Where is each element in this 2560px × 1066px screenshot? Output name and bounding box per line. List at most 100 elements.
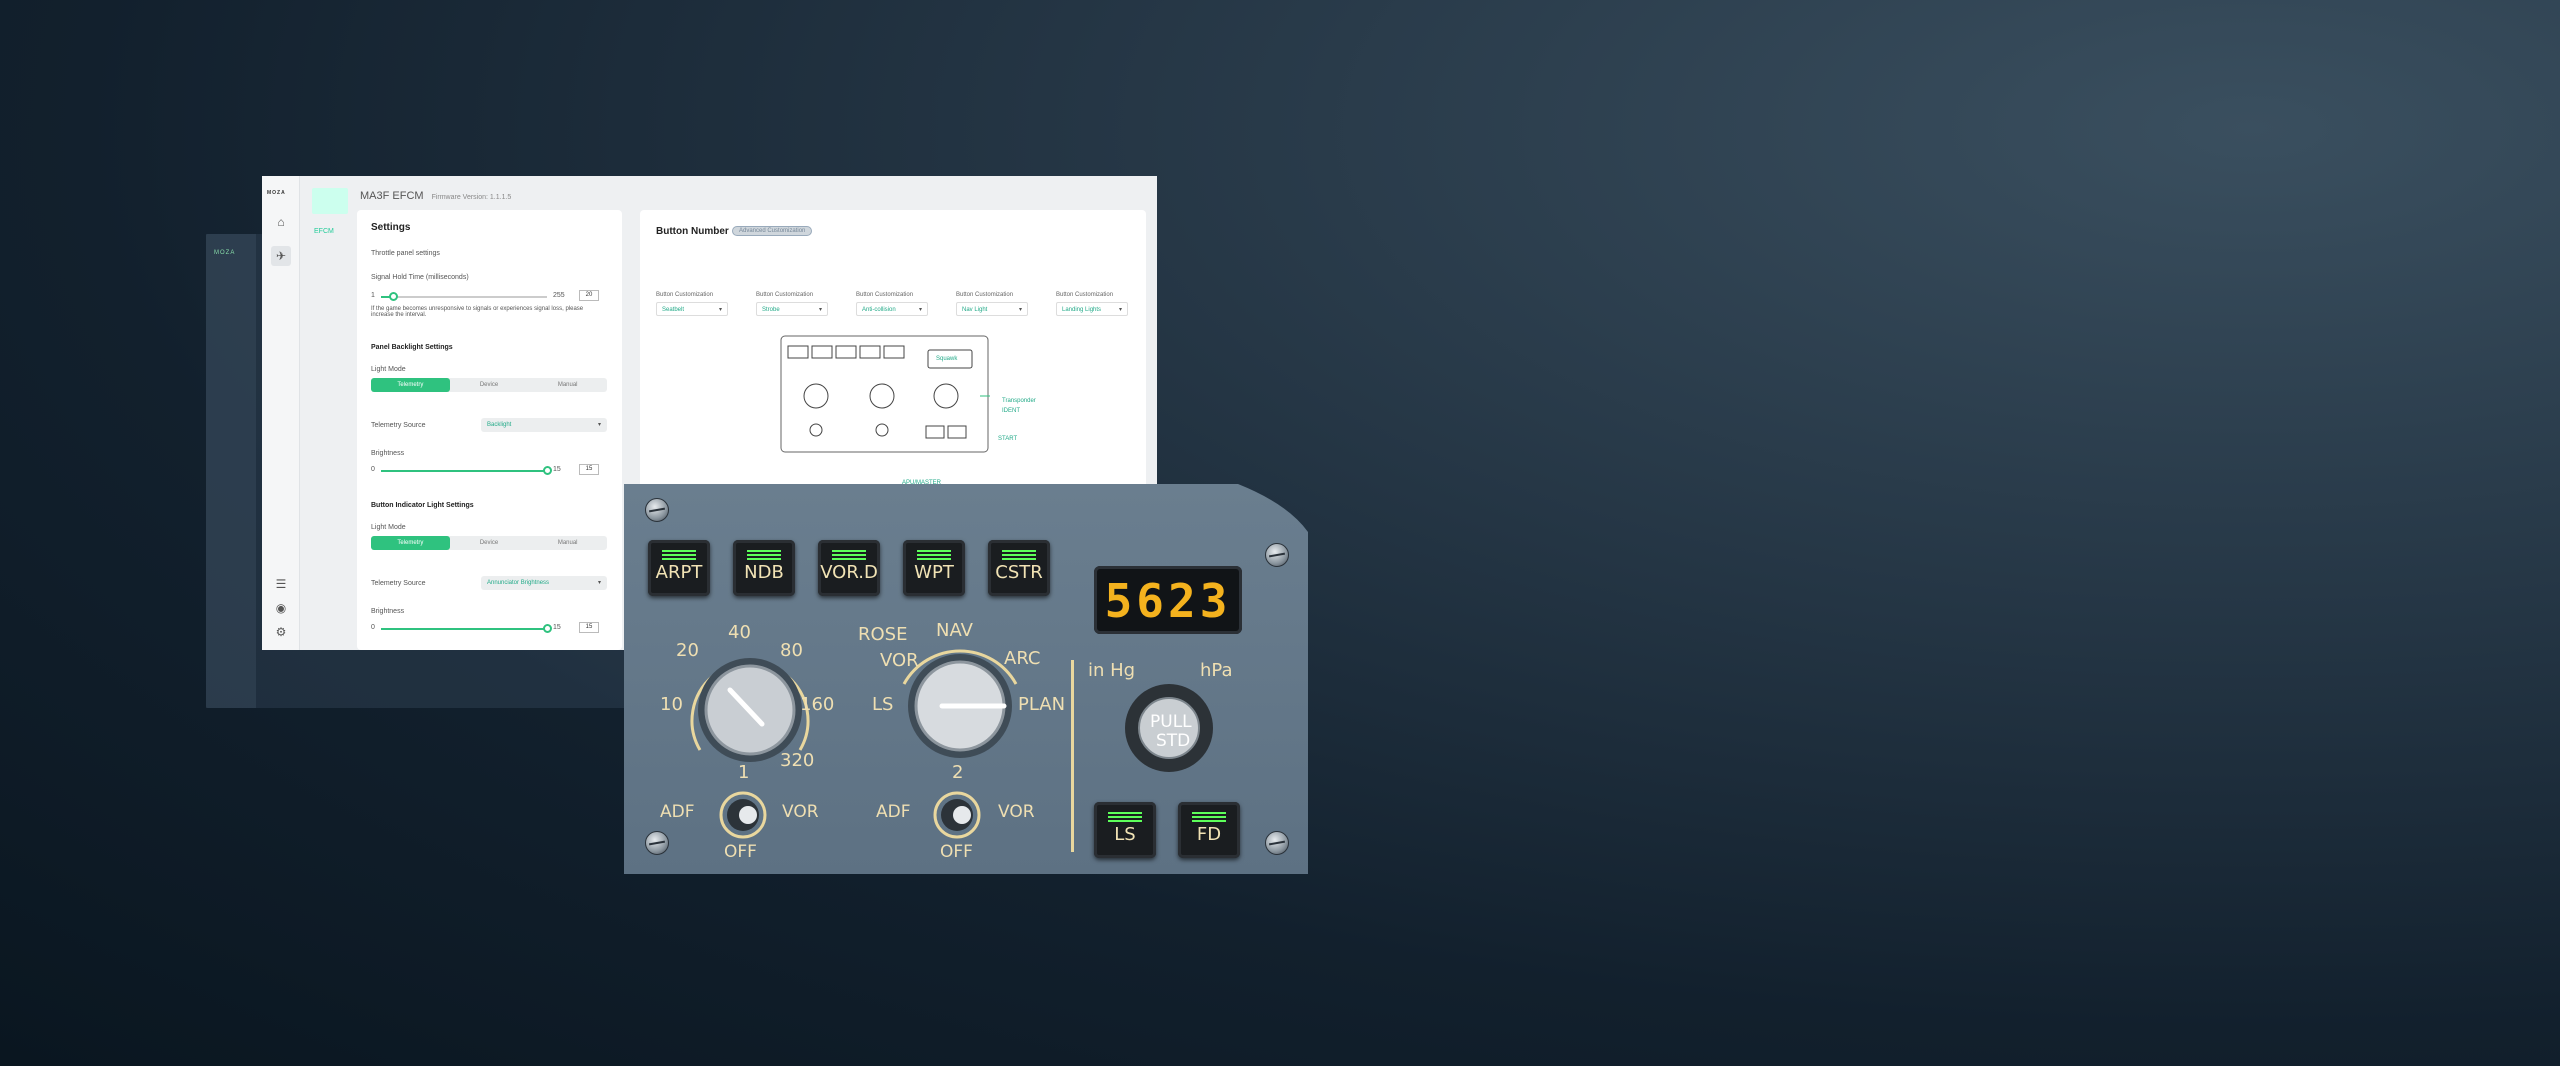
screw-bottom-left xyxy=(645,831,669,855)
mode-vor: VOR xyxy=(880,650,919,671)
button-select-seatbelt[interactable]: Seatbelt xyxy=(656,302,728,316)
ls-label: LS xyxy=(1114,824,1136,845)
device-label: EFCM xyxy=(314,228,334,235)
nav2-adf: ADF xyxy=(876,802,911,822)
mode-telemetry[interactable]: Telemetry xyxy=(371,378,450,392)
device-name: MA3F EFCM xyxy=(360,190,424,202)
ndb-button[interactable]: NDB xyxy=(733,540,795,596)
indicator-light-mode-label: Light Mode xyxy=(371,524,406,531)
backlight-source-select[interactable]: Backlight xyxy=(481,418,607,432)
baro-display: 5623 xyxy=(1094,566,1242,634)
brightness-input[interactable]: 15 xyxy=(579,464,599,475)
indicator-mode-segment: Telemetry Device Manual xyxy=(371,536,607,550)
cstr-indicator xyxy=(1002,550,1036,561)
ndb-label: NDB xyxy=(744,562,784,583)
mode-plan: PLAN xyxy=(1018,694,1066,715)
nav1-adf: ADF xyxy=(660,802,695,822)
range-20: 20 xyxy=(676,640,699,661)
button-select-landing-lights[interactable]: Landing Lights xyxy=(1056,302,1128,316)
button-custom-label-4: Button Customization xyxy=(956,292,1014,298)
ls-indicator xyxy=(1108,812,1142,823)
nav2-vor: VOR xyxy=(998,802,1035,822)
screw-top-left xyxy=(645,498,669,522)
brightness-min: 0 xyxy=(371,466,375,473)
start-label: START xyxy=(998,436,1018,442)
ndb-indicator xyxy=(747,550,781,561)
button-custom-label-1: Button Customization xyxy=(656,292,714,298)
hold-value-input[interactable]: 20 xyxy=(579,290,599,301)
light-mode-segment: Telemetry Device Manual xyxy=(371,378,607,392)
button-number-title: Button Number xyxy=(656,226,729,237)
hold-slider-knob[interactable] xyxy=(389,292,398,301)
range-320: 320 xyxy=(780,750,815,771)
mode-nav: NAV xyxy=(936,620,973,641)
indicator-title: Button Indicator Light Settings xyxy=(371,502,474,509)
range-160: 160 xyxy=(800,694,835,715)
vord-button[interactable]: VOR.D xyxy=(818,540,880,596)
brightness-knob[interactable] xyxy=(543,466,552,475)
pull-label: PULL xyxy=(1150,712,1192,732)
button-custom-label-3: Button Customization xyxy=(856,292,914,298)
advanced-customization-pill[interactable]: Advanced Customization xyxy=(732,226,813,236)
screw-bottom-right xyxy=(1265,831,1289,855)
nav1-selector[interactable] xyxy=(718,790,768,840)
indicator-brightness-input[interactable]: 15 xyxy=(579,622,599,633)
indicator-brightness-max: 15 xyxy=(553,624,561,631)
button-select-nav-light[interactable]: Nav Light xyxy=(956,302,1028,316)
indicator-brightness-knob[interactable] xyxy=(543,624,552,633)
wpt-button[interactable]: WPT xyxy=(903,540,965,596)
button-custom-label-2: Button Customization xyxy=(756,292,814,298)
indicator-mode-manual[interactable]: Manual xyxy=(528,536,607,550)
firmware-version: Firmware Version: 1.1.1.5 xyxy=(431,194,512,201)
fd-button[interactable]: FD xyxy=(1178,802,1240,858)
button-select-strobe[interactable]: Strobe xyxy=(756,302,828,316)
squawk-dropdown[interactable]: Squawk xyxy=(936,356,957,362)
indicator-mode-telemetry[interactable]: Telemetry xyxy=(371,536,450,550)
brightness-max: 15 xyxy=(553,466,561,473)
range-10: 10 xyxy=(660,694,683,715)
gear-icon[interactable]: ⚙ xyxy=(271,622,291,642)
panel-divider xyxy=(1071,660,1074,852)
brightness-label: Brightness xyxy=(371,450,405,457)
hold-min: 1 xyxy=(371,292,375,299)
hold-note: If the game becomes unresponsive to sign… xyxy=(371,306,584,318)
nav1-off: OFF xyxy=(724,842,757,862)
ls-button[interactable]: LS xyxy=(1094,802,1156,858)
wpt-label: WPT xyxy=(914,562,954,583)
range-40: 40 xyxy=(728,622,751,643)
hold-slider-track[interactable] xyxy=(381,296,547,298)
app-logo: MOZA xyxy=(267,190,286,196)
mode-device[interactable]: Device xyxy=(450,378,529,392)
indicator-brightness-slider[interactable] xyxy=(381,628,547,630)
indicator-source-select[interactable]: Annunciator Brightness xyxy=(481,576,607,590)
cstr-button[interactable]: CSTR xyxy=(988,540,1050,596)
settings-title: Settings xyxy=(371,222,411,233)
mode-manual[interactable]: Manual xyxy=(528,378,607,392)
button-select-anti-collision[interactable]: Anti-collision xyxy=(856,302,928,316)
nav2-number: 2 xyxy=(952,762,964,783)
brightness-slider[interactable] xyxy=(381,470,547,472)
device-thumbnail[interactable] xyxy=(312,188,348,214)
indicator-brightness-min: 0 xyxy=(371,624,375,631)
nav2-selector[interactable] xyxy=(932,790,982,840)
sliders-icon[interactable]: ☰ xyxy=(271,574,291,594)
indicator-mode-device[interactable]: Device xyxy=(450,536,529,550)
vord-indicator xyxy=(832,550,866,561)
telemetry-source-label: Telemetry Source xyxy=(371,422,426,429)
background-logo: MOZA xyxy=(214,250,236,256)
cstr-label: CSTR xyxy=(995,562,1043,583)
light-mode-label: Light Mode xyxy=(371,366,406,373)
arpt-button[interactable]: ARPT xyxy=(648,540,710,596)
fd-indicator xyxy=(1192,812,1226,823)
home-icon[interactable]: ⌂ xyxy=(271,212,291,232)
wpt-indicator xyxy=(917,550,951,561)
button-custom-label-5: Button Customization xyxy=(1056,292,1114,298)
mode-arc: ARC xyxy=(1004,648,1041,669)
plane-icon[interactable]: ✈ xyxy=(271,246,291,266)
screw-top-right xyxy=(1265,543,1289,567)
range-80: 80 xyxy=(780,640,803,661)
account-icon[interactable]: ◉ xyxy=(271,598,291,618)
indicator-brightness-label: Brightness xyxy=(371,608,405,615)
hold-max: 255 xyxy=(553,292,565,299)
vord-label: VOR.D xyxy=(820,562,878,583)
